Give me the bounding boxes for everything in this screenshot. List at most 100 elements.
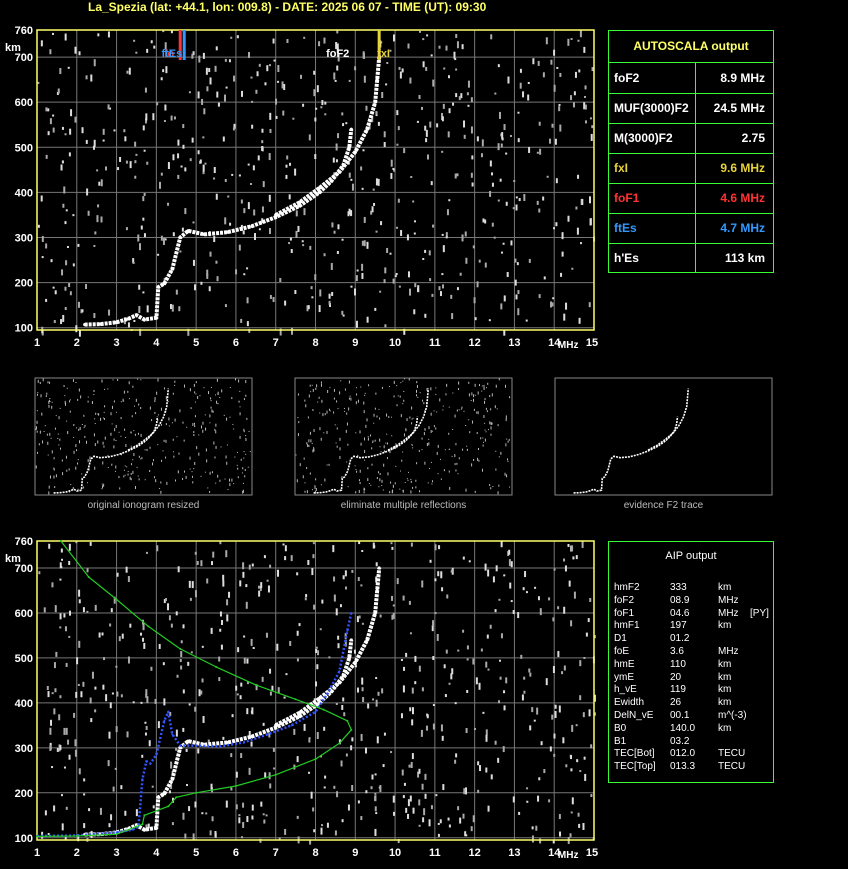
noise-dot	[534, 586, 537, 589]
x-tick-label: 2	[74, 847, 80, 859]
noise-dot	[502, 242, 505, 245]
noise-dot	[308, 737, 311, 740]
noise-dot	[333, 411, 335, 414]
noise-dot	[90, 74, 93, 82]
noise-dot	[388, 416, 390, 419]
noise-dot	[267, 585, 270, 593]
noise-dot	[553, 733, 556, 739]
noise-dot	[464, 231, 467, 237]
noise-dot	[439, 819, 442, 824]
noise-dot	[247, 202, 250, 210]
noise-dot	[210, 386, 212, 388]
noise-dot	[359, 482, 361, 485]
noise-dot	[407, 813, 410, 819]
noise-dot	[435, 387, 437, 389]
noise-dot	[185, 475, 187, 479]
marker-ftes	[182, 30, 186, 60]
noise-dot	[445, 236, 448, 239]
noise-dot	[272, 747, 275, 752]
noise-dot	[576, 759, 579, 763]
noise-dot	[345, 753, 348, 757]
noise-dot	[130, 472, 132, 475]
noise-dot	[78, 589, 81, 597]
noise-dot	[68, 635, 71, 638]
thumbnail-frame	[294, 377, 513, 496]
noise-dot	[211, 816, 214, 822]
noise-dot	[474, 490, 476, 493]
noise-dot	[64, 626, 67, 632]
noise-dot	[517, 308, 520, 316]
noise-dot	[564, 565, 567, 572]
noise-dot	[46, 685, 49, 690]
noise-dot	[244, 475, 246, 478]
noise-dot	[213, 177, 216, 180]
noise-dot	[298, 393, 300, 396]
noise-dot	[170, 761, 173, 769]
noise-dot	[506, 474, 508, 478]
noise-dot	[88, 808, 91, 812]
noise-dot	[194, 706, 197, 712]
noise-dot	[189, 456, 191, 460]
noise-dot	[371, 774, 374, 780]
noise-dot	[332, 545, 335, 553]
noise-dot	[219, 628, 222, 632]
noise-dot	[363, 401, 365, 405]
noise-dot	[505, 443, 507, 447]
noise-dot	[49, 381, 51, 384]
noise-dot	[503, 690, 506, 694]
noise-dot	[51, 450, 53, 454]
noise-dot	[51, 582, 54, 588]
noise-dot	[442, 103, 445, 109]
noise-dot	[89, 456, 91, 460]
noise-dot	[400, 229, 403, 236]
noise-dot	[262, 722, 265, 726]
noise-dot	[269, 783, 272, 789]
noise-dot	[348, 380, 350, 384]
noise-dot	[263, 819, 266, 824]
noise-dot	[484, 262, 487, 268]
noise-dot	[289, 640, 292, 646]
noise-dot	[407, 43, 410, 49]
noise-dot	[132, 701, 135, 704]
noise-dot	[346, 461, 348, 463]
noise-dot	[86, 568, 89, 573]
noise-dot	[359, 469, 361, 473]
noise-dot	[51, 405, 53, 409]
noise-dot	[409, 707, 412, 712]
noise-dot	[478, 259, 481, 263]
noise-dot	[182, 421, 184, 424]
noise-dot	[375, 812, 378, 815]
noise-dot	[392, 278, 395, 284]
noise-dot	[312, 489, 314, 491]
noise-dot	[347, 443, 349, 446]
noise-dot	[430, 805, 433, 810]
noise-dot	[320, 106, 323, 109]
noise-dot	[61, 558, 64, 561]
noise-dot	[365, 747, 368, 754]
noise-dot	[454, 759, 457, 764]
noise-dot	[118, 431, 120, 433]
noise-dot	[59, 68, 62, 75]
aip-name: foE	[614, 646, 630, 657]
noise-dot	[418, 824, 421, 827]
noise-dot	[556, 66, 559, 69]
noise-dot	[472, 245, 475, 249]
noise-dot	[357, 399, 359, 403]
noise-dot	[507, 440, 509, 443]
noise-dot	[355, 320, 358, 328]
noise-dot	[100, 179, 103, 187]
data-point	[274, 773, 277, 776]
noise-dot	[138, 284, 141, 290]
noise-dot	[192, 259, 195, 266]
noise-dot	[490, 426, 492, 430]
noise-dot	[529, 672, 532, 677]
noise-dot	[245, 437, 247, 441]
noise-dot	[418, 94, 421, 99]
noise-dot	[228, 591, 231, 598]
aip-unit: TECU	[718, 761, 746, 773]
noise-dot	[367, 703, 370, 709]
noise-dot	[284, 556, 287, 561]
noise-dot	[331, 291, 334, 296]
noise-dot	[221, 389, 223, 393]
noise-dot	[467, 80, 470, 88]
